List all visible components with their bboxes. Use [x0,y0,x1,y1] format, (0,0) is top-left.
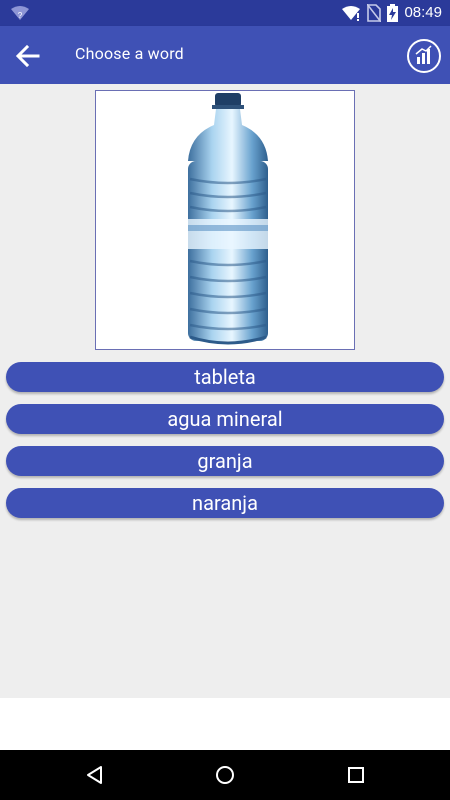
app-bar: Choose a word [0,26,450,84]
status-time: 08:49 [404,4,442,21]
answer-button-4[interactable]: naranja [6,488,444,518]
ad-area [0,698,450,750]
question-image [95,90,355,350]
water-bottle-image [188,93,268,345]
battery-charging-icon [387,4,399,22]
quiz-content: tableta agua mineral granja naranja [0,84,450,698]
page-title: Choose a word [75,44,184,63]
nav-home-icon[interactable] [213,763,237,787]
answer-button-2[interactable]: agua mineral [6,404,444,434]
arrow-back-icon[interactable] [12,40,44,72]
bar-chart-icon [415,45,432,64]
no-sim-icon [367,4,382,22]
wifi-icon [342,6,361,21]
nav-back-icon[interactable] [83,763,107,787]
wifi-question-icon: ? [11,6,29,20]
status-bar: ? 08:49 [0,0,450,26]
svg-text:?: ? [18,11,23,20]
stats-button[interactable] [407,39,441,73]
answer-button-1[interactable]: tableta [6,362,444,392]
answer-button-3[interactable]: granja [6,446,444,476]
nav-recents-icon[interactable] [344,763,368,787]
system-nav-bar [0,750,450,800]
